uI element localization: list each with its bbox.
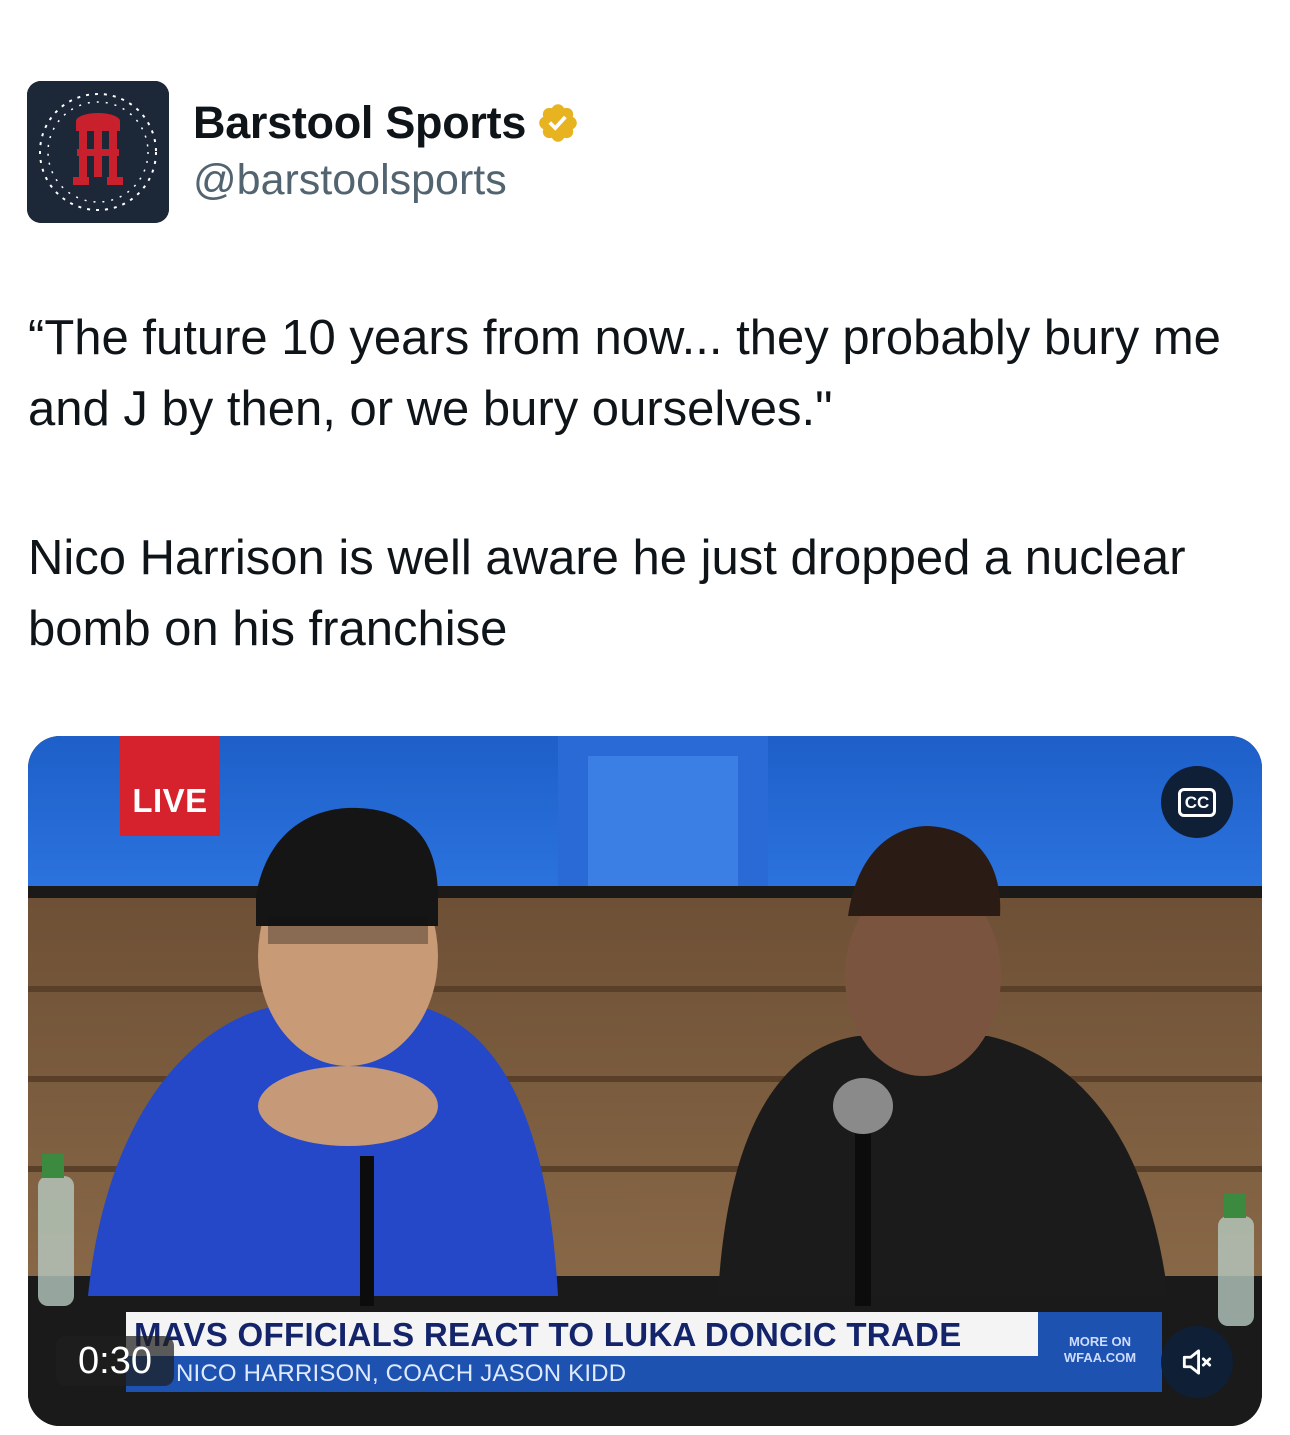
tweet-text-paragraph: “The future 10 years from now... they pr…	[28, 311, 1221, 436]
more-on-site: WFAA.COM	[1063, 1350, 1137, 1365]
verified-badge-icon	[539, 104, 577, 142]
video-headline: MAVS OFFICIALS REACT TO LUKA DONCIC TRAD…	[126, 1312, 1038, 1356]
live-badge: LIVE	[120, 736, 220, 836]
mute-button[interactable]	[1161, 1326, 1233, 1398]
captions-icon: CC	[1177, 787, 1217, 817]
more-on-box: MORE ON WFAA.COM	[1038, 1312, 1162, 1392]
author-name-row[interactable]: Barstool Sports	[193, 96, 580, 150]
more-on-label: MORE ON	[1068, 1334, 1132, 1349]
video-player[interactable]: LIVE CC MAVS OFFICIALS REACT TO LUKA DON…	[28, 736, 1262, 1426]
video-duration: 0:30	[56, 1336, 174, 1386]
barstool-logo-icon	[27, 81, 169, 223]
avatar[interactable]	[27, 81, 169, 223]
tweet-text-paragraph: Nico Harrison is well aware he just drop…	[28, 531, 1186, 656]
speaker-muted-icon	[1182, 1349, 1212, 1375]
captions-button[interactable]: CC	[1161, 766, 1233, 838]
tweet: Barstool Sports @barstoolsports “The fut…	[0, 0, 1290, 1435]
author-display-name[interactable]: Barstool Sports	[193, 97, 526, 149]
video-subheadline: NICO HARRISON, COACH JASON KIDD	[126, 1356, 1038, 1392]
author-handle[interactable]: @barstoolsports	[193, 156, 507, 205]
